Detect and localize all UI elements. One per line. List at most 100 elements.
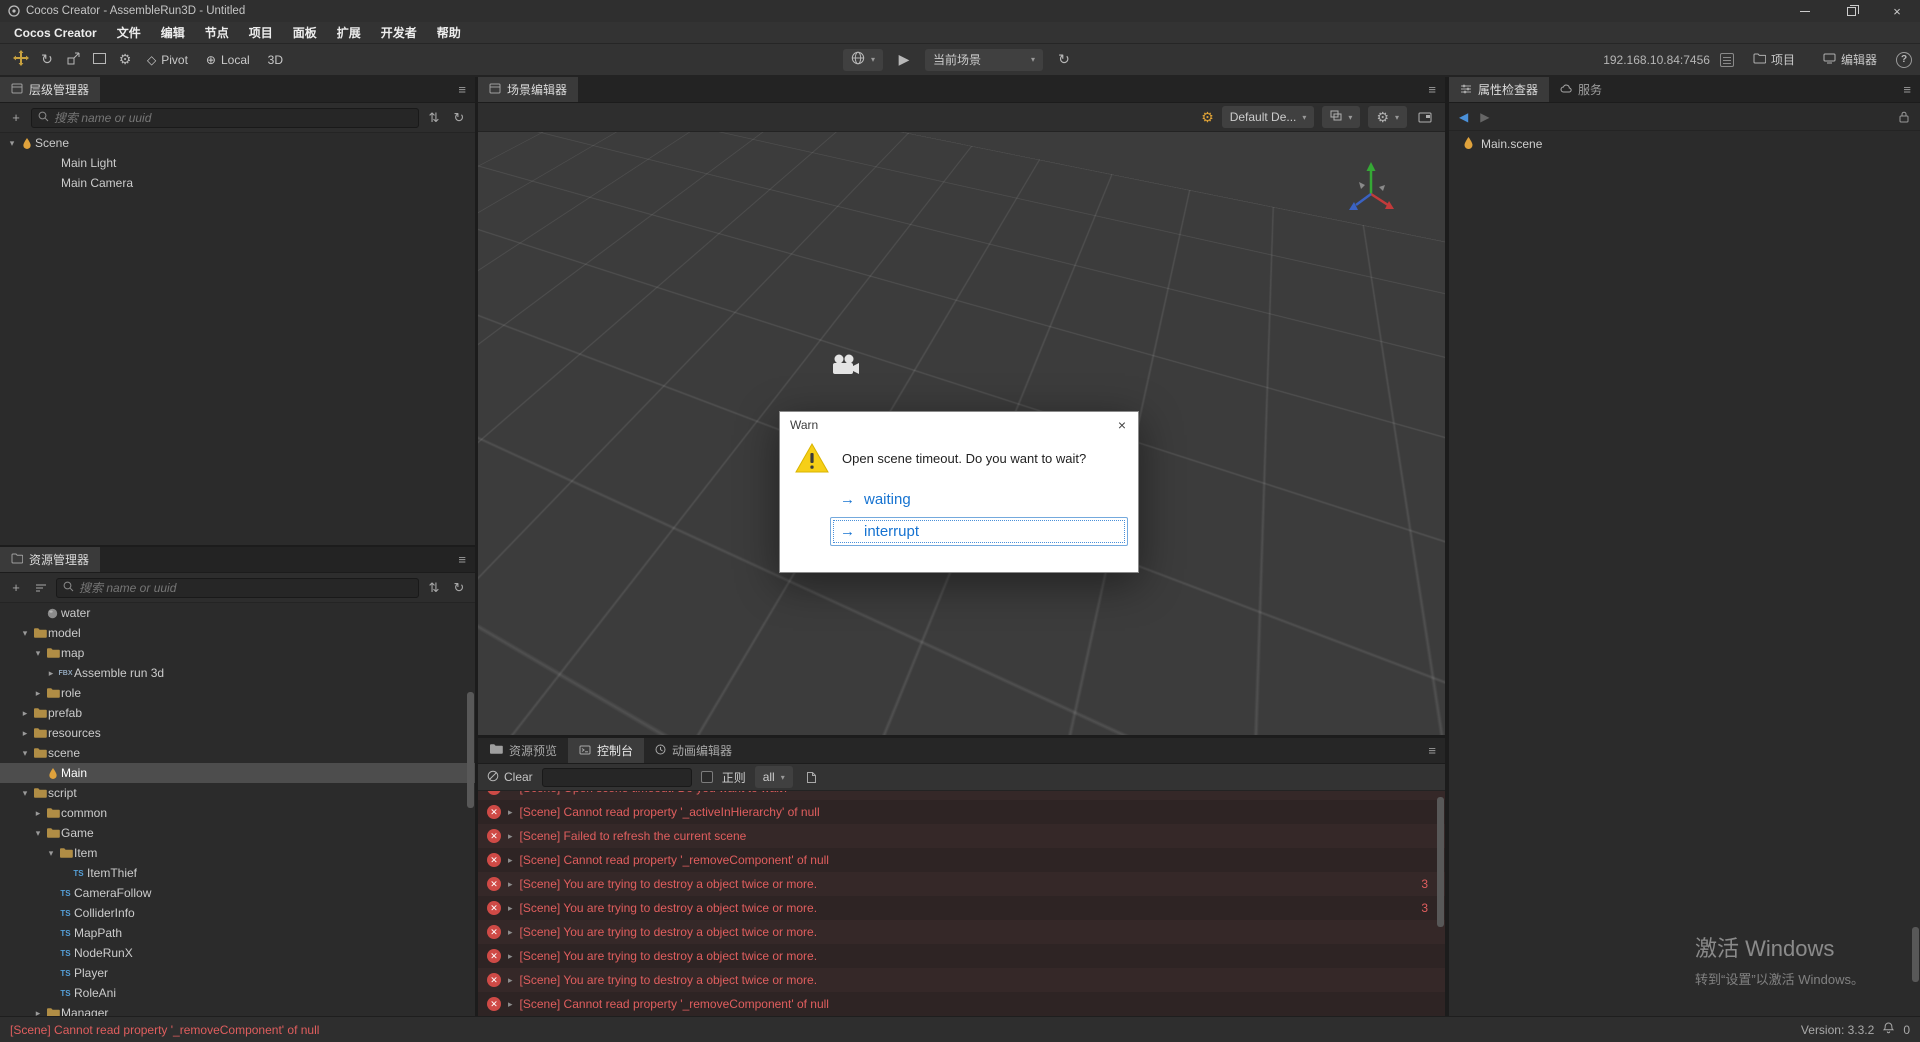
- scene-camera-icon[interactable]: [830, 354, 860, 379]
- console-row-0[interactable]: ✕ ▸ [Scene] Open scene timeout. Do you wan…: [478, 791, 1445, 800]
- menu-item-cocos-creator[interactable]: Cocos Creator: [4, 22, 107, 43]
- sort-assets-button[interactable]: [31, 578, 51, 598]
- tab-1[interactable]: 控制台: [568, 738, 645, 763]
- scale-tool-button[interactable]: [60, 48, 86, 72]
- tree-item-game[interactable]: ▾ Game: [0, 823, 475, 843]
- console-row-6[interactable]: ✕ ▸ [Scene] You are trying to destroy a ob…: [478, 920, 1445, 944]
- tree-item-manager[interactable]: ▸ Manager: [0, 1003, 475, 1016]
- tree-item-main-light[interactable]: Main Light: [0, 153, 475, 173]
- scene-settings-dropdown[interactable]: ⚙ ▾: [1368, 106, 1407, 128]
- collapse-all-button[interactable]: ⇅: [424, 108, 444, 128]
- panel-menu-icon[interactable]: ≡: [449, 82, 475, 97]
- inspector-scrollbar[interactable]: [1912, 927, 1919, 982]
- console-row-4[interactable]: ✕ ▸ [Scene] You are trying to destroy a ob…: [478, 872, 1445, 896]
- tree-item-scene[interactable]: ▾ Scene: [0, 133, 475, 153]
- menu-item-7[interactable]: 开发者: [371, 22, 427, 43]
- expand-arrow-icon[interactable]: ▸: [508, 831, 513, 842]
- tree-item-map[interactable]: ▾ map: [0, 643, 475, 663]
- console-row-2[interactable]: ✕ ▸ [Scene] Failed to refresh the current …: [478, 824, 1445, 848]
- menu-item-2[interactable]: 编辑: [151, 22, 195, 43]
- tree-item-main-camera[interactable]: Main Camera: [0, 173, 475, 193]
- assets-search-input[interactable]: [79, 580, 412, 595]
- console-row-1[interactable]: ✕ ▸ [Scene] Cannot read property '_activeI…: [478, 800, 1445, 824]
- log-level-dropdown[interactable]: all ▾: [754, 766, 793, 788]
- tree-expand-arrow-icon[interactable]: ▾: [19, 788, 31, 799]
- expand-arrow-icon[interactable]: ▸: [508, 879, 513, 890]
- tree-expand-arrow-icon[interactable]: ▾: [19, 748, 31, 759]
- nav-forward-button[interactable]: ▶: [1480, 110, 1489, 124]
- lock-icon[interactable]: [1898, 110, 1910, 123]
- tree-item-resources[interactable]: ▸ resources: [0, 723, 475, 743]
- inspected-asset-row[interactable]: Main.scene: [1449, 131, 1920, 157]
- rotate-tool-button[interactable]: ↻: [34, 48, 60, 72]
- move-tool-button[interactable]: [8, 48, 34, 72]
- expand-arrow-icon[interactable]: ▸: [508, 791, 513, 794]
- reload-button[interactable]: ↻: [1051, 48, 1077, 72]
- tab-hierarchy[interactable]: 层级管理器: [0, 77, 101, 102]
- menu-item-3[interactable]: 节点: [195, 22, 239, 43]
- dialog-option-interrupt[interactable]: → interrupt: [830, 517, 1128, 546]
- tree-item-roleani[interactable]: TS RoleAni: [0, 983, 475, 1003]
- refresh-assets-button[interactable]: ↻: [449, 578, 469, 598]
- close-button[interactable]: ×: [1874, 0, 1920, 22]
- play-button[interactable]: ▶: [891, 48, 917, 72]
- dialog-option-waiting[interactable]: → waiting: [830, 485, 1128, 514]
- open-editor-button[interactable]: 编辑器: [1814, 48, 1886, 72]
- clear-console-button[interactable]: Clear: [487, 770, 533, 785]
- tree-item-assemble-run-3d[interactable]: ▸ FBX Assemble run 3d: [0, 663, 475, 683]
- menu-item-4[interactable]: 项目: [239, 22, 283, 43]
- tree-item-role[interactable]: ▸ role: [0, 683, 475, 703]
- tree-item-main[interactable]: Main: [0, 763, 475, 783]
- tree-item-model[interactable]: ▾ model: [0, 623, 475, 643]
- menu-item-6[interactable]: 扩展: [327, 22, 371, 43]
- expand-arrow-icon[interactable]: ▸: [508, 927, 513, 938]
- camera-preview-toggle[interactable]: [1415, 107, 1435, 127]
- hierarchy-search-input[interactable]: [54, 110, 412, 125]
- console-scrollbar[interactable]: [1437, 797, 1444, 927]
- console-row-7[interactable]: ✕ ▸ [Scene] You are trying to destroy a ob…: [478, 944, 1445, 968]
- menu-item-1[interactable]: 文件: [107, 22, 151, 43]
- tree-expand-arrow-icon[interactable]: ▾: [32, 828, 44, 839]
- console-row-5[interactable]: ✕ ▸ [Scene] You are trying to destroy a ob…: [478, 896, 1445, 920]
- tree-expand-arrow-icon[interactable]: ▸: [32, 808, 44, 819]
- qr-code-icon[interactable]: [1719, 52, 1734, 67]
- tab-assets[interactable]: 资源管理器: [0, 547, 101, 572]
- tab-0[interactable]: 资源预览: [478, 738, 568, 763]
- open-project-button[interactable]: 项目: [1744, 48, 1804, 72]
- help-button[interactable]: ?: [1896, 51, 1912, 68]
- console-filter-input[interactable]: [541, 767, 692, 787]
- menu-item-8[interactable]: 帮助: [427, 22, 471, 43]
- tree-expand-arrow-icon[interactable]: ▸: [19, 728, 31, 739]
- panel-menu-icon[interactable]: ≡: [1894, 82, 1920, 97]
- tab-scene-editor[interactable]: 场景编辑器: [478, 77, 579, 102]
- pivot-toggle-button[interactable]: ◇ Pivot: [138, 48, 197, 72]
- create-node-button[interactable]: +: [6, 108, 26, 128]
- nav-back-button[interactable]: ◀: [1459, 110, 1468, 124]
- expand-arrow-icon[interactable]: ▸: [508, 807, 513, 818]
- tree-item-itemthief[interactable]: TS ItemThief: [0, 863, 475, 883]
- axis-orientation-gizmo[interactable]: [1339, 158, 1403, 225]
- gizmo-layers-dropdown[interactable]: ▾: [1322, 106, 1361, 128]
- expand-arrow-icon[interactable]: ▸: [508, 975, 513, 986]
- scene-light-settings-icon[interactable]: ⚙: [1201, 109, 1214, 126]
- tree-item-water[interactable]: water: [0, 603, 475, 623]
- tree-expand-arrow-icon[interactable]: ▸: [32, 1008, 44, 1017]
- tree-item-scene[interactable]: ▾ scene: [0, 743, 475, 763]
- local-toggle-button[interactable]: ⊕ Local: [197, 48, 259, 72]
- tree-item-prefab[interactable]: ▸ prefab: [0, 703, 475, 723]
- tree-expand-arrow-icon[interactable]: ▾: [6, 138, 18, 149]
- tree-expand-arrow-icon[interactable]: ▸: [19, 708, 31, 719]
- create-asset-button[interactable]: +: [6, 578, 26, 598]
- rect-tool-button[interactable]: [86, 48, 112, 72]
- tree-item-common[interactable]: ▸ common: [0, 803, 475, 823]
- tree-item-mappath[interactable]: TS MapPath: [0, 923, 475, 943]
- expand-arrow-icon[interactable]: ▸: [508, 999, 513, 1010]
- gizmo-settings-button[interactable]: ⚙: [112, 48, 138, 72]
- console-row-3[interactable]: ✕ ▸ [Scene] Cannot read property '_removeC…: [478, 848, 1445, 872]
- panel-menu-icon[interactable]: ≡: [1419, 82, 1445, 97]
- tree-expand-arrow-icon[interactable]: ▸: [45, 668, 57, 679]
- expand-arrow-icon[interactable]: ▸: [508, 903, 513, 914]
- tree-item-item[interactable]: ▾ Item: [0, 843, 475, 863]
- tree-item-script[interactable]: ▾ script: [0, 783, 475, 803]
- render-profile-dropdown[interactable]: Default De... ▾: [1221, 106, 1315, 128]
